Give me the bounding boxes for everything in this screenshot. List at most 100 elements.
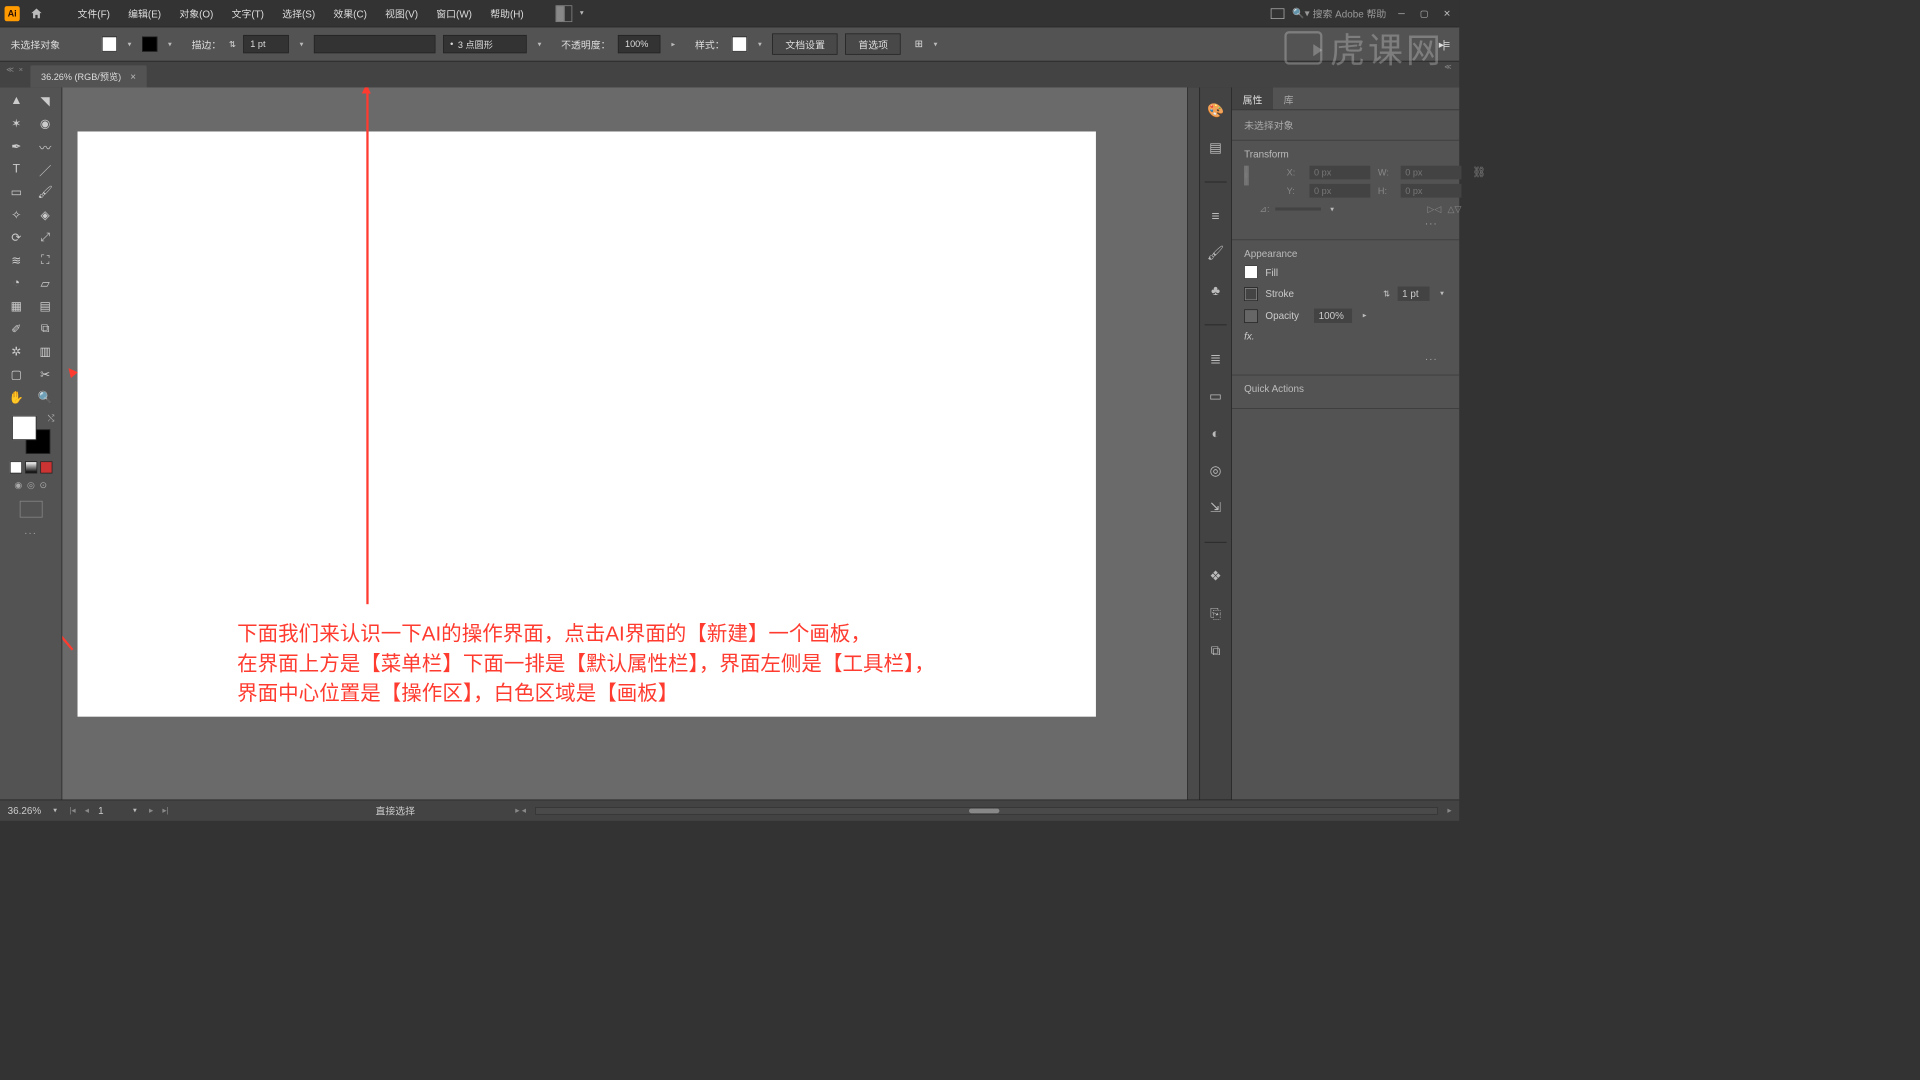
foreground-color[interactable] [12,416,36,440]
mesh-tool-icon[interactable]: ▦ [3,296,30,317]
canvas[interactable]: 下面我们来认识一下AI的操作界面，点击AI界面的【新建】一个画板， 在界面上方是… [62,87,1187,799]
menu-object[interactable]: 对象(O) [170,2,222,26]
slice-tool-icon[interactable]: ✂ [32,364,59,385]
workspace-icon[interactable] [1271,8,1285,19]
scroll-right-icon[interactable]: ▸ [1447,806,1451,816]
zoom-tool-icon[interactable]: 🔍 [32,387,59,408]
nav-first-icon[interactable]: |◂ [69,806,75,816]
screen-mode-icon[interactable] [19,501,42,518]
direct-selection-tool-icon[interactable]: ◥ [32,90,59,111]
scale-tool-icon[interactable]: ⤢ [32,227,59,248]
swap-colors-icon[interactable]: ⤭ [48,414,55,424]
links-panel-icon[interactable]: ⎘ [1210,606,1221,622]
asset-export-panel-icon[interactable]: ⇲ [1210,500,1221,516]
tab-close-icon[interactable]: × [19,66,23,74]
draw-behind-icon[interactable]: ◎ [27,480,35,491]
maximize-icon[interactable]: ▢ [1417,8,1432,19]
free-transform-tool-icon[interactable]: ⛶ [32,250,59,271]
gradient-tool-icon[interactable]: ▤ [32,296,59,317]
fill-swatch[interactable] [1244,265,1258,279]
chevron-down-icon[interactable]: ▾ [1327,205,1337,213]
lasso-tool-icon[interactable]: ◉ [32,113,59,134]
chevron-down-icon[interactable]: ▾ [1437,290,1447,298]
libraries-panel-icon[interactable]: ⧉ [1211,643,1221,659]
selection-tool-icon[interactable]: ▲ [3,90,30,111]
panel-toggle-icon[interactable]: ▸|≡ [1439,38,1449,51]
arrange-documents-icon[interactable] [556,5,573,22]
brushes-panel-icon[interactable]: 🖌 [1207,245,1224,261]
menu-window[interactable]: 窗口(W) [427,2,481,26]
stepper-icon[interactable]: ⇅ [229,39,236,49]
menu-view[interactable]: 视图(V) [376,2,427,26]
blend-tool-icon[interactable]: ⧉ [32,318,59,339]
color-panel-icon[interactable]: 🎨 [1207,103,1224,119]
opacity-field[interactable]: 100% [618,35,661,53]
rotate-tool-icon[interactable]: ⟳ [3,227,30,248]
document-setup-button[interactable]: 文档设置 [773,33,838,54]
align-icon[interactable]: ⊞ [915,38,923,50]
fx-label[interactable]: fx. [1244,331,1254,342]
tab-prev-icon[interactable]: ≪ [6,66,14,74]
fill-stroke-control[interactable]: ⤭ [12,416,50,454]
stepper-icon[interactable]: ⇅ [1383,289,1390,299]
transparency-panel-icon[interactable]: ◐ [1211,426,1219,442]
appearance-panel-icon[interactable]: ◎ [1210,463,1222,479]
minimize-icon[interactable]: ─ [1394,8,1409,19]
search-help[interactable]: 🔍▾ 搜索 Adobe 帮助 [1292,6,1386,20]
toolbox-more-icon[interactable]: ∙∙∙ [24,527,37,538]
shape-builder-tool-icon[interactable]: ◔ [3,273,30,294]
chevron-down-icon[interactable]: ▾ [297,40,307,48]
menu-type[interactable]: 文字(T) [222,2,273,26]
shaper-tool-icon[interactable]: ✧ [3,204,30,225]
flip-v-icon[interactable]: △▽ [1447,204,1461,215]
h-field[interactable]: 0 px [1401,184,1462,198]
paintbrush-tool-icon[interactable]: 🖌 [32,182,59,203]
chevron-down-icon[interactable]: ▾ [931,40,941,48]
type-tool-icon[interactable]: T [3,159,30,180]
color-mode-gradient[interactable] [25,461,37,473]
stroke-weight-field[interactable]: 1 pt [1398,287,1430,301]
layers-panel-icon[interactable]: ≣ [1210,351,1221,367]
chevron-right-icon[interactable]: ▸ [668,40,678,48]
scroll-left-icon[interactable]: ▸ ◂ [515,806,526,816]
reference-point-grid[interactable] [1244,166,1249,186]
magic-wand-tool-icon[interactable]: ✶ [3,113,30,134]
menu-effect[interactable]: 效果(C) [324,2,376,26]
stroke-weight-field[interactable]: 1 pt [243,35,289,53]
menu-file[interactable]: 文件(F) [68,2,119,26]
tab-library[interactable]: 库 [1273,87,1304,109]
draw-inside-icon[interactable]: ⊙ [39,480,47,491]
symbol-sprayer-tool-icon[interactable]: ✲ [3,341,30,362]
artboards-panel-icon[interactable]: ▭ [1209,388,1222,404]
pen-tool-icon[interactable]: ✒ [3,136,30,157]
tab-close-icon[interactable]: × [130,71,136,82]
menu-help[interactable]: 帮助(H) [481,2,533,26]
chevron-right-icon[interactable]: ▸ [1360,312,1370,320]
y-field[interactable]: 0 px [1309,184,1370,198]
link-wh-icon[interactable]: ⛓ [1472,166,1486,179]
x-field[interactable]: 0 px [1309,166,1370,180]
chevron-down-icon[interactable]: ▾ [535,40,545,48]
style-swatch[interactable] [732,36,747,51]
opacity-swatch[interactable] [1244,309,1258,323]
color-mode-solid[interactable] [10,461,22,473]
zoom-field[interactable]: 36.26% [8,805,42,816]
perspective-tool-icon[interactable]: ▱ [32,273,59,294]
home-icon[interactable] [27,4,45,22]
curvature-tool-icon[interactable]: 〰 [32,136,59,157]
line-tool-icon[interactable]: ／ [32,159,59,180]
stroke-swatch[interactable] [142,36,157,51]
layers-stack-icon[interactable]: ❖ [1209,568,1221,584]
angle-field[interactable] [1276,207,1322,210]
flip-h-icon[interactable]: ▷◁ [1427,204,1441,215]
scroll-thumb[interactable] [969,808,999,813]
chevron-down-icon[interactable]: ▾ [165,40,175,48]
draw-normal-icon[interactable]: ◉ [14,480,22,491]
rectangle-tool-icon[interactable]: ▭ [3,182,30,203]
menu-select[interactable]: 选择(S) [273,2,324,26]
horizontal-scrollbar[interactable] [535,807,1438,815]
chevron-down-icon[interactable]: ▾ [125,40,135,48]
symbols-panel-icon[interactable]: ♣ [1211,283,1220,299]
nav-prev-icon[interactable]: ◂ [85,806,89,816]
page-field[interactable]: 1 [98,805,121,816]
